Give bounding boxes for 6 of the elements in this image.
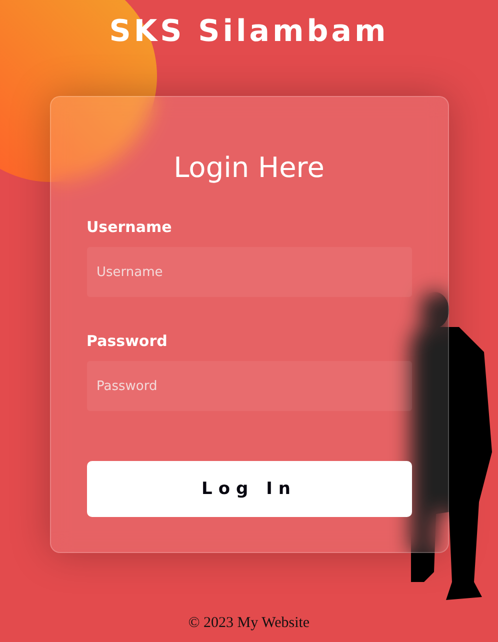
login-heading: Login Here <box>172 150 326 186</box>
site-title: SKS Silambam <box>109 13 389 51</box>
login-button[interactable]: Log In <box>86 461 412 517</box>
field-label: Username <box>86 217 172 237</box>
footer-text: © 2023 My Website <box>188 615 310 632</box>
field-label: Password <box>86 331 168 351</box>
